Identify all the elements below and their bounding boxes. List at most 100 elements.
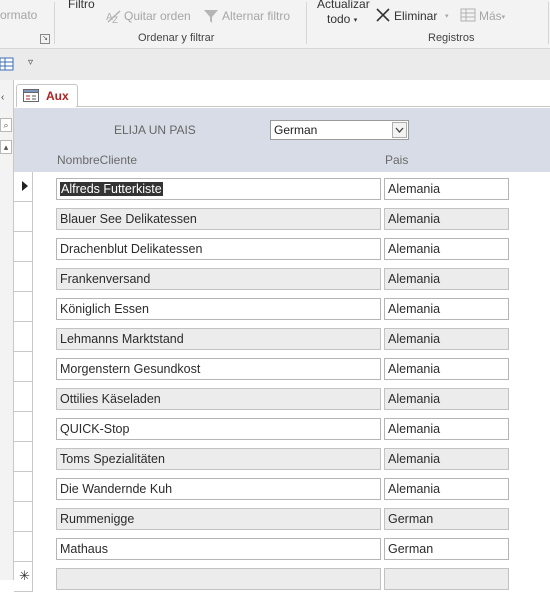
record-row: Die Wandernde Kuh Alemania [14, 472, 550, 502]
pais-field[interactable]: Alemania [384, 328, 509, 350]
nombrecliente-field[interactable]: Lehmanns Marktstand [56, 328, 381, 350]
nombrecliente-value: Königlich Essen [60, 302, 149, 316]
country-combobox[interactable]: German [270, 120, 409, 140]
record-selector[interactable] [14, 412, 33, 442]
record-selector[interactable] [14, 442, 33, 472]
record-row: Alfreds Futterkiste Alemania [14, 172, 550, 202]
mas-button[interactable]: Más▾ [479, 9, 505, 23]
filtro-button[interactable]: Filtro [68, 0, 95, 11]
nombrecliente-value: Morgenstern Gesundkost [60, 362, 201, 376]
record-row: Morgenstern Gesundkost Alemania [14, 352, 550, 382]
pais-value: Alemania [388, 302, 441, 316]
formato-button-partial[interactable]: ormato [0, 8, 37, 22]
nombrecliente-field[interactable] [56, 568, 381, 590]
ribbon-separator [548, 2, 549, 44]
record-selector[interactable]: ✳ [14, 562, 33, 592]
nombrecliente-value: Die Wandernde Kuh [60, 482, 173, 496]
nombrecliente-field[interactable]: Königlich Essen [56, 298, 381, 320]
record-selector[interactable] [14, 292, 33, 322]
eliminar-dropdown-icon[interactable]: ▾ [445, 8, 449, 22]
country-combobox-value[interactable]: German [274, 123, 317, 137]
pais-field[interactable]: Alemania [384, 268, 509, 290]
nombrecliente-value: Alfreds Futterkiste [60, 182, 163, 196]
pais-field[interactable]: Alemania [384, 178, 509, 200]
pais-field[interactable]: German [384, 508, 509, 530]
pais-field[interactable]: Alemania [384, 238, 509, 260]
record-row: Mathaus German [14, 532, 550, 562]
record-row: Königlich Essen Alemania [14, 292, 550, 322]
pais-field[interactable]: Alemania [384, 418, 509, 440]
record-list: Alfreds Futterkiste Alemania Blauer See De… [14, 172, 550, 592]
alternar-filtro-button[interactable]: Alternar filtro [222, 9, 290, 23]
quitar-orden-button[interactable]: Quitar orden [124, 9, 191, 23]
pais-value: Alemania [388, 422, 441, 436]
actualizar-button-line2[interactable]: todo ▾ [327, 12, 357, 26]
pais-field[interactable]: German [384, 538, 509, 560]
record-selector[interactable] [14, 472, 33, 502]
column-header-nombrecliente: NombreCliente [57, 153, 138, 167]
table-view-icon[interactable] [0, 57, 14, 74]
group-label-ordenar: Ordenar y filtrar [138, 32, 215, 44]
nombrecliente-value: Mathaus [60, 542, 108, 556]
nombrecliente-field[interactable]: Frankenversand [56, 268, 381, 290]
pais-value: Alemania [388, 272, 441, 286]
pais-field[interactable]: Alemania [384, 358, 509, 380]
record-selector[interactable] [14, 172, 33, 202]
record-selector[interactable] [14, 382, 33, 412]
nombrecliente-field[interactable]: Ottilies Käseladen [56, 388, 381, 410]
pais-value: Alemania [388, 452, 441, 466]
eliminar-button[interactable]: Eliminar [394, 9, 437, 23]
tab-label: Aux [46, 89, 69, 103]
new-record-row: ✳ [14, 562, 550, 592]
nombrecliente-field[interactable]: QUICK-Stop [56, 418, 381, 440]
nav-collapse-chevron-icon[interactable]: ‹ [1, 92, 4, 103]
actualizar-button[interactable]: Actualizar [317, 0, 370, 11]
pais-field[interactable] [384, 568, 509, 590]
nombrecliente-field[interactable]: Toms Spezialitäten [56, 448, 381, 470]
record-selector[interactable] [14, 502, 33, 532]
more-grid-icon [460, 8, 476, 25]
nombrecliente-field[interactable]: Mathaus [56, 538, 381, 560]
quick-access-strip: ▿ [0, 49, 550, 80]
ribbon-separator [306, 2, 307, 44]
pais-value: German [388, 512, 434, 526]
nav-search-icon[interactable]: ⌕ [0, 118, 12, 132]
nombrecliente-field[interactable]: Die Wandernde Kuh [56, 478, 381, 500]
pais-field[interactable]: Alemania [384, 208, 509, 230]
tab-aux[interactable]: Aux [16, 84, 78, 107]
pais-field[interactable]: Alemania [384, 448, 509, 470]
nombrecliente-field[interactable]: Drachenblut Delikatessen [56, 238, 381, 260]
new-record-asterisk-icon: ✳ [19, 568, 30, 583]
customize-toolbar-icon[interactable]: ▿ [28, 57, 33, 68]
record-selector[interactable] [14, 322, 33, 352]
nombrecliente-field[interactable]: Rummenigge [56, 508, 381, 530]
tab-divider [76, 106, 550, 107]
pais-value: Alemania [388, 482, 441, 496]
chevron-down-icon[interactable] [392, 122, 407, 138]
pais-value: Alemania [388, 362, 441, 376]
column-header-pais: Pais [385, 153, 409, 167]
nombrecliente-value: Toms Spezialitäten [60, 452, 165, 466]
form-header: ELIJA UN PAIS German NombreCliente Pais [14, 108, 550, 172]
nombrecliente-value: Ottilies Käseladen [60, 392, 161, 406]
ribbon: ormato ↘ Filtro AZ Quitar orden Alternar… [0, 0, 550, 49]
navigation-pane-collapsed[interactable]: ‹ ⌕ ▴ [0, 80, 14, 580]
record-selector[interactable] [14, 202, 33, 232]
expand-group-icon[interactable]: ↘ [40, 34, 50, 44]
nav-scroll-up-icon[interactable]: ▴ [0, 140, 12, 154]
pais-field[interactable]: Alemania [384, 388, 509, 410]
record-selector[interactable] [14, 532, 33, 562]
nombrecliente-field[interactable]: Morgenstern Gesundkost [56, 358, 381, 380]
pais-value: Alemania [388, 212, 441, 226]
record-selector[interactable] [14, 262, 33, 292]
record-row: QUICK-Stop Alemania [14, 412, 550, 442]
nombrecliente-field[interactable]: Alfreds Futterkiste [56, 178, 381, 200]
pais-field[interactable]: Alemania [384, 298, 509, 320]
record-selector[interactable] [14, 352, 33, 382]
record-row: Frankenversand Alemania [14, 262, 550, 292]
nombrecliente-field[interactable]: Blauer See Delikatessen [56, 208, 381, 230]
pais-field[interactable]: Alemania [384, 478, 509, 500]
record-row: Ottilies Käseladen Alemania [14, 382, 550, 412]
record-row: Rummenigge German [14, 502, 550, 532]
record-selector[interactable] [14, 232, 33, 262]
